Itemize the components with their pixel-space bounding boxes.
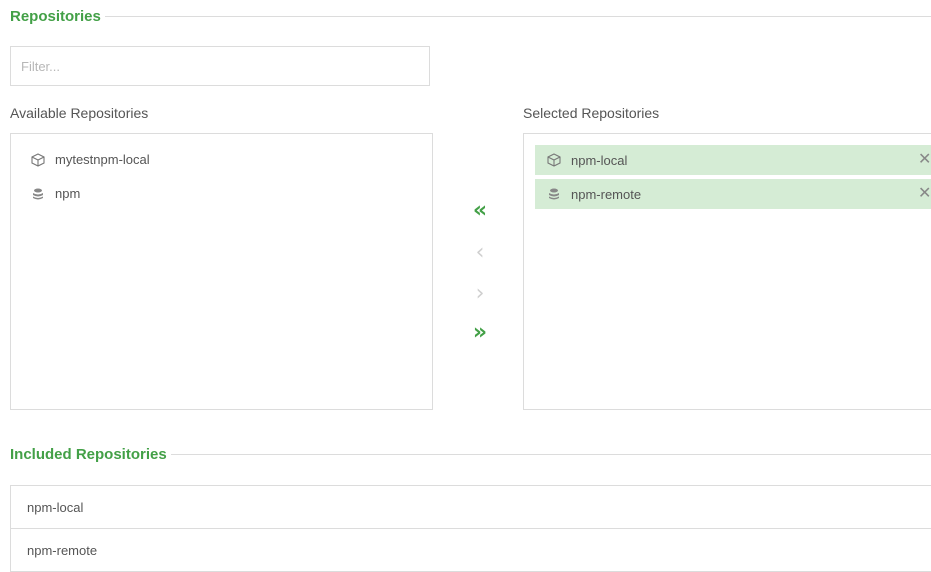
cube-icon: [31, 152, 45, 167]
add-all-button[interactable]: «: [470, 200, 490, 222]
list-item-label: npm-local: [571, 152, 628, 168]
remove-one-button[interactable]: ›: [470, 283, 490, 305]
available-repositories-list[interactable]: mytestnpm-local npm: [10, 133, 433, 410]
add-one-button[interactable]: ‹: [470, 242, 490, 264]
stack-icon: [31, 187, 45, 201]
included-repositories-table: npm-local npm-remote: [10, 485, 931, 572]
table-row: npm-local: [11, 486, 931, 529]
list-item-label: mytestnpm-local: [55, 152, 150, 167]
list-item-label: npm: [55, 186, 81, 201]
filter-input[interactable]: [10, 46, 430, 86]
available-item-mytestnpm-local[interactable]: mytestnpm-local: [31, 152, 150, 167]
included-title-text: Included Repositories: [10, 446, 167, 463]
cube-icon: [547, 153, 561, 167]
available-repositories-label: Available Repositories: [10, 105, 149, 121]
close-icon[interactable]: ✕: [918, 186, 931, 202]
selected-repositories-label: Selected Repositories: [523, 105, 660, 121]
selected-item-npm-remote[interactable]: npm-remote ✕: [535, 179, 931, 209]
table-row: npm-remote: [11, 529, 931, 572]
divider: [170, 454, 931, 455]
selected-item-npm-local[interactable]: npm-local ✕: [535, 145, 931, 175]
selected-repositories-list[interactable]: npm-local ✕ npm-remote ✕: [523, 133, 931, 410]
stack-icon: [547, 187, 561, 201]
remove-all-button[interactable]: »: [470, 322, 490, 344]
included-repo-name: npm-local: [27, 499, 84, 515]
included-repositories-section-title: Included Repositories: [10, 446, 931, 463]
available-item-npm[interactable]: npm: [31, 186, 80, 201]
repositories-title-text: Repositories: [10, 8, 101, 25]
close-icon[interactable]: ✕: [918, 152, 931, 168]
divider: [104, 16, 931, 17]
repositories-section-title: Repositories: [10, 8, 931, 25]
list-item-label: npm-remote: [571, 186, 642, 202]
included-repo-name: npm-remote: [27, 542, 98, 558]
